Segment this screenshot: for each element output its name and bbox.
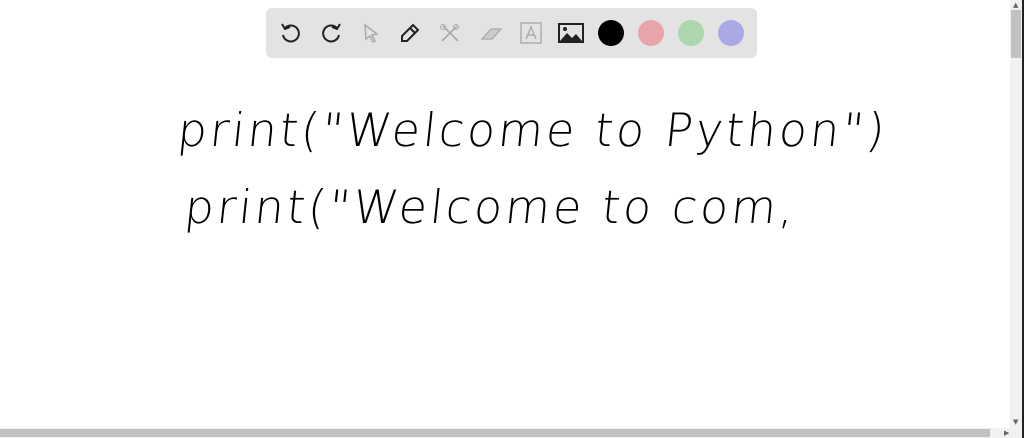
color-swatch-pink[interactable]: [638, 20, 664, 46]
tools-icon[interactable]: [435, 18, 465, 48]
text-icon[interactable]: [516, 18, 546, 48]
scroll-up-icon[interactable]: ▲: [1013, 1, 1018, 9]
drawing-toolbar: [266, 8, 757, 58]
color-swatch-purple[interactable]: [718, 20, 744, 46]
pen-icon[interactable]: [395, 18, 425, 48]
scroll-right-icon[interactable]: ▶: [1004, 429, 1009, 437]
handwritten-line-1: print("Welcome to Python"): [175, 103, 891, 157]
handwritten-line-2: print("Welcome to com,: [182, 180, 800, 234]
eraser-icon[interactable]: [476, 18, 506, 48]
vertical-scrollbar[interactable]: ▲ ▼: [1010, 0, 1022, 428]
select-icon[interactable]: [356, 18, 386, 48]
color-swatch-black[interactable]: [598, 20, 624, 46]
horizontal-scroll-thumb[interactable]: [0, 429, 990, 437]
vertical-scroll-thumb[interactable]: [1011, 10, 1021, 58]
color-swatch-green[interactable]: [678, 20, 704, 46]
redo-icon[interactable]: [316, 18, 346, 48]
scroll-down-icon[interactable]: ▼: [1013, 418, 1018, 426]
undo-icon[interactable]: [276, 18, 306, 48]
horizontal-scrollbar[interactable]: ▶: [0, 428, 1022, 438]
image-icon[interactable]: [556, 18, 586, 48]
